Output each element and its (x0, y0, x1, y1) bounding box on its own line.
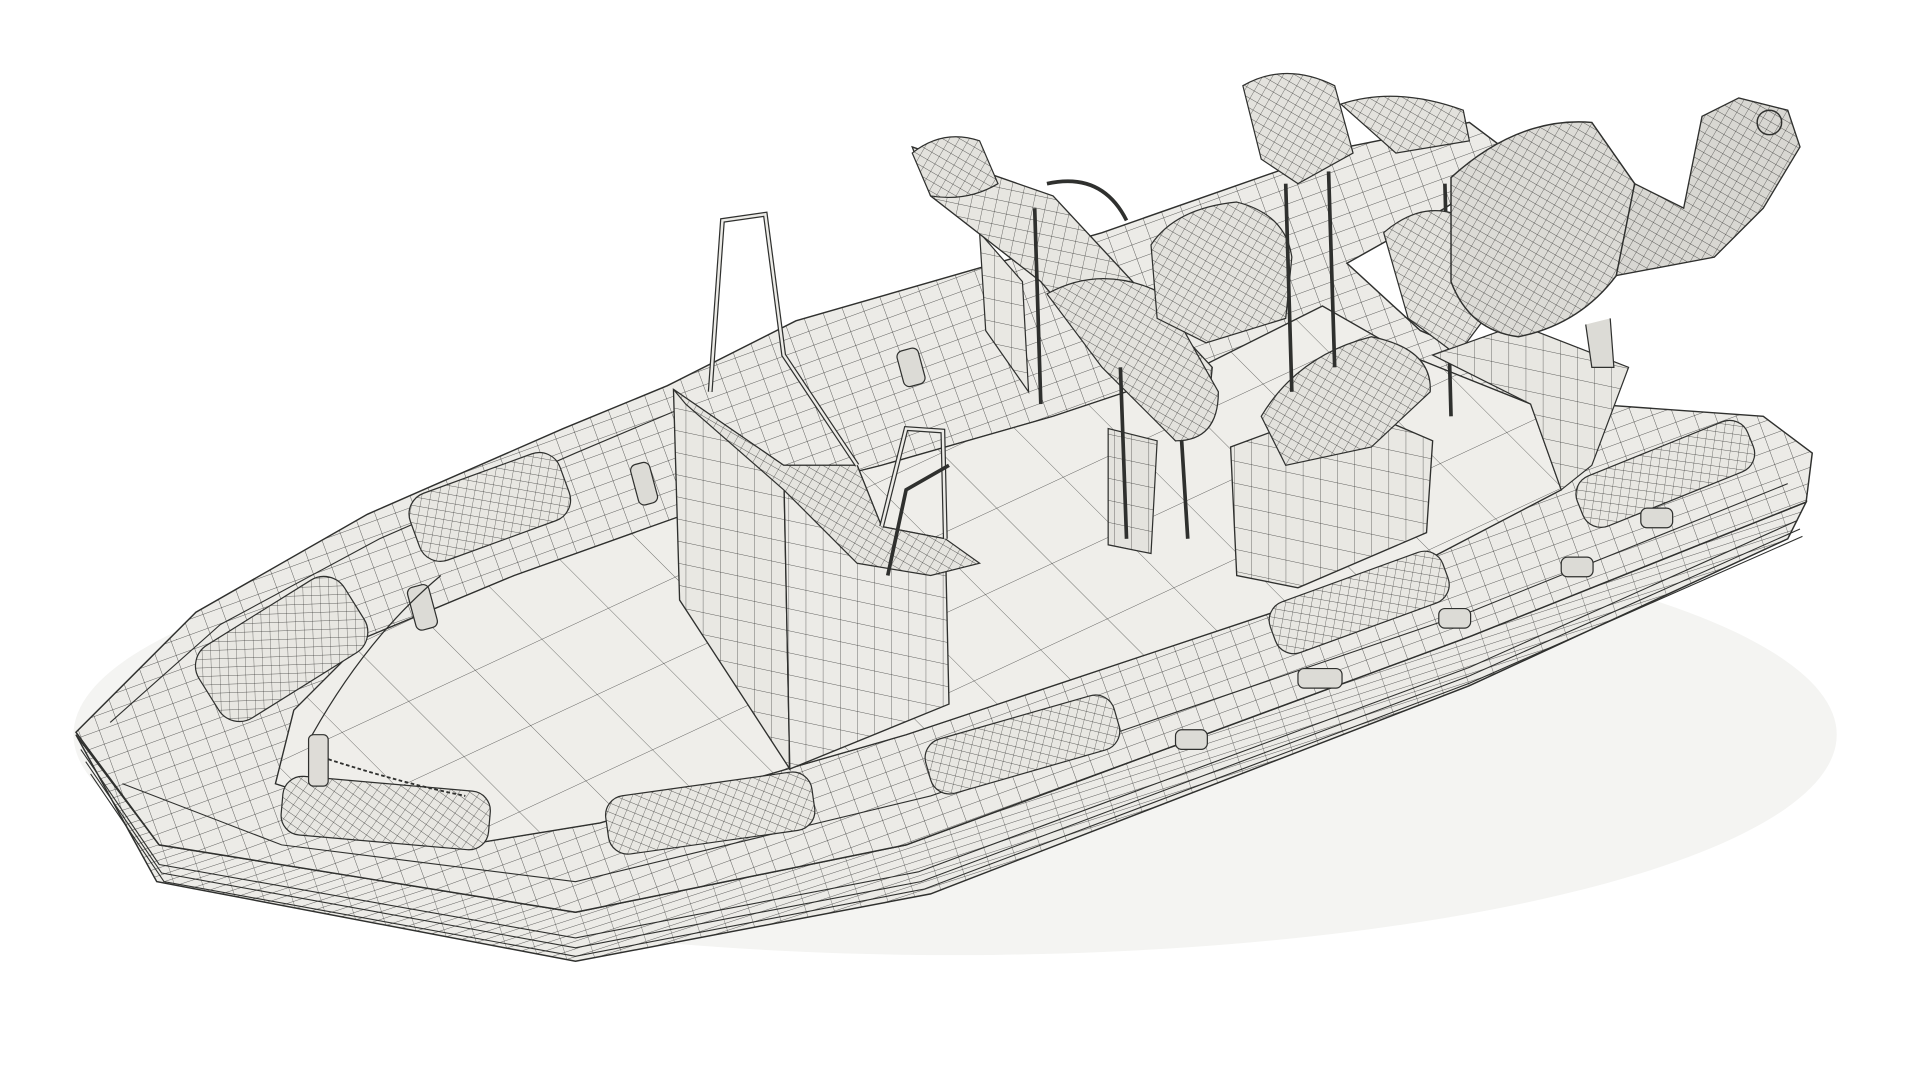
outboard-engine (1450, 97, 1801, 368)
boat-wireframe-render (73, 72, 1837, 962)
wireframe-render-viewport (0, 0, 1920, 1080)
